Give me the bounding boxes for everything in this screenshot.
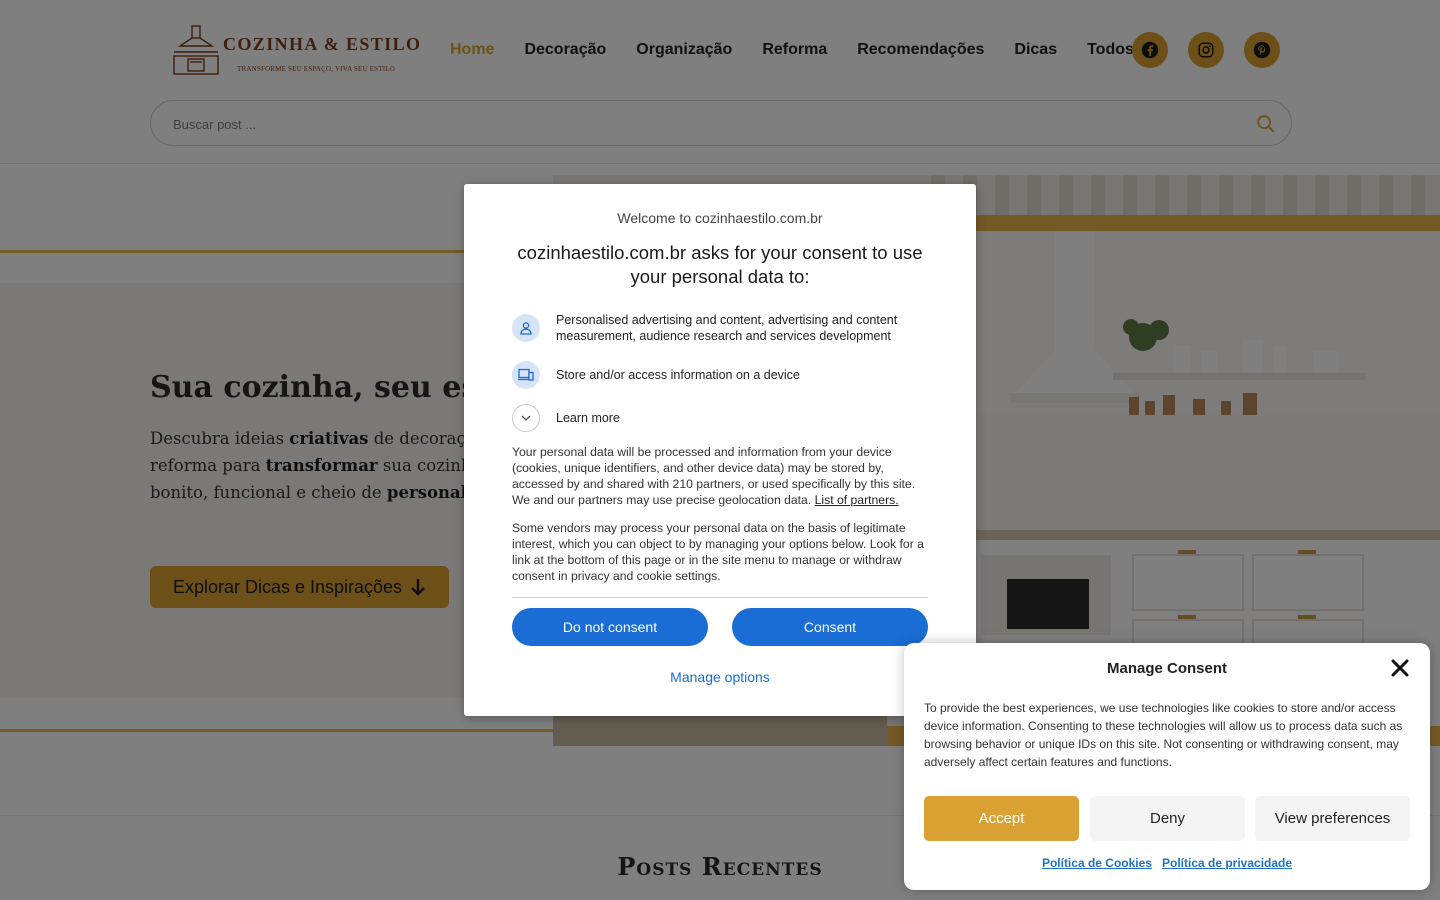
cookie-policy-link[interactable]: Política de Cookies bbox=[1042, 856, 1152, 870]
cookie-panel-title: Manage Consent bbox=[1106, 660, 1227, 677]
consent-dialog: Welcome to cozinhaestilo.com.br cozinhae… bbox=[464, 184, 976, 716]
do-not-consent-button[interactable]: Do not consent bbox=[512, 608, 708, 646]
purpose-text: Personalised advertising and content, ad… bbox=[556, 313, 898, 343]
person-icon bbox=[512, 314, 540, 342]
learn-more-label: Learn more bbox=[556, 411, 620, 425]
accept-button[interactable]: Accept bbox=[924, 796, 1079, 841]
manage-options-link[interactable]: Manage options bbox=[464, 669, 976, 685]
close-icon[interactable] bbox=[1390, 658, 1410, 678]
learn-more-toggle[interactable]: Learn more bbox=[512, 404, 926, 432]
consent-welcome: Welcome to cozinhaestilo.com.br bbox=[617, 210, 823, 226]
purpose-store-access: Store and/or access information on a dev… bbox=[512, 361, 926, 389]
consent-legitimate-interest-paragraph: Some vendors may process your personal d… bbox=[512, 521, 924, 583]
cookie-consent-panel: Manage Consent To provide the best exper… bbox=[904, 643, 1430, 890]
purpose-personalised-ads: Personalised advertising and content, ad… bbox=[512, 312, 926, 344]
view-preferences-button[interactable]: View preferences bbox=[1255, 796, 1410, 841]
consent-button[interactable]: Consent bbox=[732, 608, 928, 646]
cookie-policy-links: Política de Cookies Política de privacid… bbox=[904, 856, 1430, 870]
privacy-policy-link[interactable]: Política de privacidade bbox=[1162, 856, 1292, 870]
list-of-partners-link[interactable]: List of partners. bbox=[815, 493, 899, 507]
cookie-panel-text: To provide the best experiences, we use … bbox=[924, 701, 1403, 769]
consent-partners-paragraph: Your personal data will be processed and… bbox=[512, 445, 916, 507]
purpose-text: Store and/or access information on a dev… bbox=[556, 368, 800, 382]
deny-button[interactable]: Deny bbox=[1090, 796, 1245, 841]
chevron-down-icon bbox=[512, 404, 540, 432]
consent-divider bbox=[512, 597, 928, 598]
device-icon bbox=[512, 361, 540, 389]
consent-heading: cozinhaestilo.com.br asks for your conse… bbox=[517, 242, 923, 287]
